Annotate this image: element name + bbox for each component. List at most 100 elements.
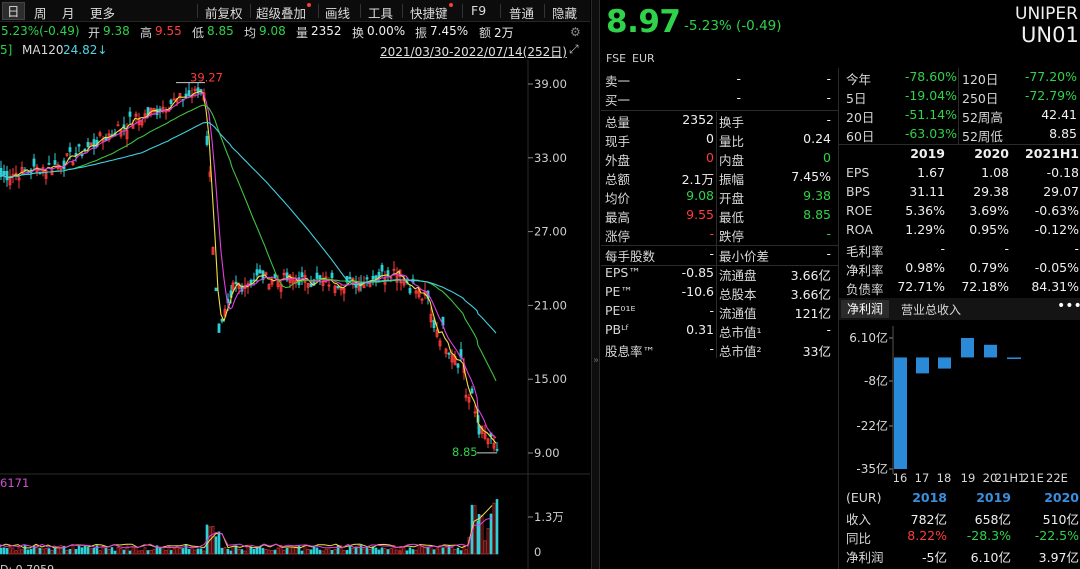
panel-splitter[interactable]: » [591, 0, 600, 569]
period-return: -63.03% [904, 126, 957, 141]
candle-body [258, 269, 262, 274]
candle-body [217, 323, 221, 333]
volume-bar [420, 546, 424, 555]
annual-year: 2019 [976, 490, 1011, 505]
volume-bar [237, 548, 241, 555]
volume-bar [178, 548, 182, 555]
volume-bar [161, 547, 165, 555]
stat-label: 总市值² [719, 344, 762, 359]
profit-y-tick: 6.10亿 [849, 330, 888, 345]
stat-value: 3.66亿 [790, 268, 831, 283]
stat-label: 流通盘 [719, 268, 757, 283]
f9-button[interactable]: F9 [471, 3, 486, 18]
order-stats-panel: 卖一 - - 买一 - - 总量 2352 换手 - 现手 0 量比 0.24 … [601, 68, 838, 359]
period-day-button[interactable]: 日 [2, 2, 25, 20]
stat-value: 2352 [682, 112, 714, 127]
volume-bar [377, 549, 381, 555]
normal-mode-button[interactable]: 普通 [509, 3, 534, 22]
volume-bar [41, 548, 45, 555]
tools-button[interactable]: 工具 [368, 3, 393, 22]
candle-body [495, 448, 499, 451]
y-tick-label: 15.00 [534, 372, 567, 386]
candle-body [169, 99, 173, 104]
volume-bar [172, 548, 176, 555]
annual-unit: (EUR) [846, 490, 882, 505]
volume-bar [489, 513, 493, 555]
volume-bar [65, 549, 69, 555]
volume-bar [441, 547, 445, 555]
volume-bar [270, 550, 274, 555]
volume-bar [29, 548, 33, 555]
stat-label: 涨停 [605, 229, 631, 244]
volume-bar [333, 549, 337, 555]
annual-row: 净利润 -5亿 6.10亿 3.97亿 [839, 547, 1080, 566]
stats-row: 每手股数 - 最小价差 - [601, 246, 838, 265]
candle-body [234, 281, 238, 284]
open-value: 9.38 [103, 24, 130, 38]
candle-body [315, 272, 319, 279]
ma-legend-bar: 5] MA120 24.82↓ 2021/03/30-2022/07/14(25… [0, 40, 590, 60]
stat-value: 0 [706, 131, 714, 146]
fin-value: 3.69% [969, 203, 1009, 218]
volume-bar [92, 548, 96, 555]
date-range[interactable]: 2021/03/30-2022/07/14(252日) [380, 43, 567, 60]
stat-value: 0.24 [803, 131, 831, 146]
more-icon[interactable]: ••• [1057, 298, 1080, 314]
period-label: 52周低 [962, 129, 1003, 144]
profit-bar [916, 357, 929, 374]
stat-label: 外盘 [605, 153, 631, 168]
annual-value: 8.22% [907, 528, 947, 543]
high-marker-label: 39.27 [190, 71, 223, 85]
collapse-arrow-icon[interactable]: » [593, 355, 599, 366]
annual-value: 510亿 [1042, 512, 1079, 527]
tab-revenue[interactable]: 营业总收入 [901, 301, 961, 318]
stat-label: 最高 [605, 210, 631, 225]
volume-bar [243, 550, 247, 555]
forward-adjust-button[interactable]: 前复权 [205, 3, 243, 22]
volume-bar [104, 547, 108, 555]
orderbook-price: - [736, 71, 741, 86]
candle-body [348, 276, 352, 280]
candle-body [214, 287, 218, 292]
fin-value: 5.36% [905, 203, 945, 218]
expand-icon[interactable]: ⤢ [569, 42, 579, 57]
hide-button[interactable]: 隐藏 [552, 3, 577, 22]
change-value: 5.23%(-0.49) [1, 24, 80, 38]
fin-value: 1.67 [917, 165, 945, 180]
stat-value: - [826, 226, 831, 241]
volume-bar [2, 547, 6, 555]
draw-line-button[interactable]: 画线 [325, 3, 350, 22]
high-value: 9.55 [155, 24, 182, 38]
super-overlay-button[interactable]: 超级叠加 [256, 3, 312, 22]
stat-label: 振幅 [719, 172, 745, 187]
volume-bar [417, 544, 421, 555]
fin-row: 净利率 0.98% 0.79% -0.05% [839, 260, 1080, 279]
volume-bar [5, 548, 9, 555]
fin-value: 72.18% [961, 279, 1009, 294]
settings-gear-icon[interactable]: ⚙ [570, 25, 581, 39]
volume-bar [480, 515, 484, 555]
avg-label: 均 [244, 26, 257, 40]
candle-body [273, 274, 277, 279]
period-label: 20日 [846, 110, 875, 125]
ma5-line [0, 90, 497, 444]
kline-chart[interactable]: 39.00 33.00 27.00 21.00 15.00 9.00 1.3万 0 6171 D:… [0, 60, 590, 569]
quote-info-bar: 5.23%(-0.49) 开 9.38 高 9.55 低 8.85 均 9.08… [0, 22, 590, 40]
stat-label: 总额 [605, 172, 631, 187]
volume-bars [0, 499, 499, 555]
shortcut-button[interactable]: 快捷键 [410, 3, 453, 22]
volume-bar [240, 549, 244, 555]
fin-year: 2019 [910, 146, 945, 161]
volume-bar [14, 550, 18, 555]
tab-net-profit[interactable]: 净利润 [841, 300, 890, 318]
stats-row: 总额 2.1万 振幅 7.45% [601, 169, 838, 188]
volume-bar [74, 549, 78, 555]
period-week-button[interactable]: 周 [34, 3, 47, 22]
volume-bar [473, 505, 477, 555]
more-periods-button[interactable]: 更多 [90, 3, 115, 22]
volume-bar [261, 548, 265, 555]
volume-bar [342, 550, 346, 555]
volume-bar [402, 546, 406, 555]
notification-dot [307, 3, 312, 7]
period-month-button[interactable]: 月 [62, 3, 75, 22]
